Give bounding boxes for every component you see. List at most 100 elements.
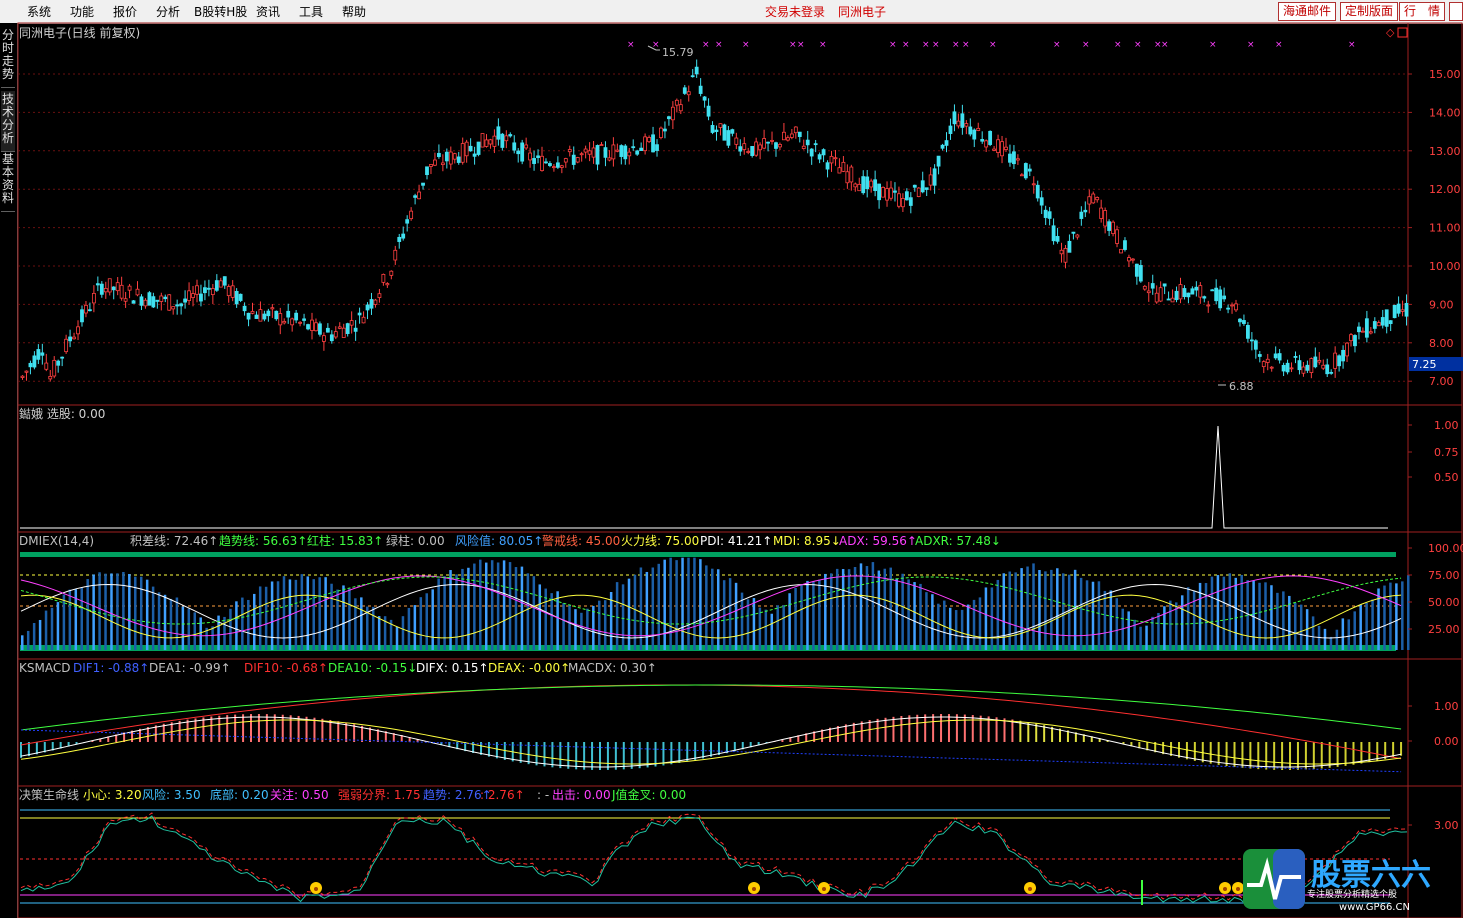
candle-body [99,283,104,295]
candle-body [76,326,80,335]
face-mouth [1223,887,1227,891]
indicator-header-item: 警戒线: 45.00 [542,533,620,548]
dmi-bar [98,572,101,650]
candle-body [476,141,481,155]
candle-body [1337,355,1342,367]
candle-body [619,145,624,157]
dmi-bar [407,607,411,650]
price-tick-label: 11.00 [1429,222,1461,235]
candle-body [40,352,45,356]
candle-body [1035,184,1040,199]
candle-body [1238,318,1242,323]
candle-body [56,360,61,366]
panel-frames [17,22,1463,918]
dmi-bar [235,601,238,650]
candle-body [579,153,584,156]
dmi-bar [1293,602,1297,650]
candle-body [1158,287,1163,302]
candle-body [310,319,314,331]
dmi-bar [562,603,565,650]
dmi-bar [835,568,839,650]
dmi-bar [1353,611,1356,650]
price-tick-label: 7.00 [1429,375,1454,388]
dmi-bar [151,586,155,650]
dmi-bar [241,597,244,650]
dmi-bar [330,583,333,650]
signal-tick-label: 0.75 [1434,446,1459,459]
candle-body [1218,289,1223,309]
dmi-bar [1044,571,1047,650]
candle-body [195,285,199,295]
dmi-bar [1038,570,1041,650]
candle-body [869,180,874,188]
candle-body [452,153,457,160]
candle-body [1043,209,1048,218]
dmi-bar [1401,581,1404,650]
signal-x-icon: × [797,40,805,50]
dmi-bar [437,578,440,650]
life-tick-label: 3.00 [1434,819,1459,832]
candle-body [782,131,786,141]
candle-body [1198,285,1203,298]
candle-body [980,139,985,142]
candle-body [726,130,731,146]
candle-body [678,104,683,112]
expand-icon[interactable] [1397,27,1408,38]
indicator-header-item: 小心: 3.20 [83,788,142,802]
dmi-bar [401,616,405,650]
candle-body [32,355,37,368]
signal-x-icon: × [715,40,723,50]
dmi-bar [264,586,268,650]
indicator-header-item: 出击: 0.00 [552,788,611,802]
candle-body [674,99,679,106]
candle-body [694,66,699,75]
candle-body [1083,209,1088,213]
indicator-header-item: J值金叉: 0.00 [611,787,686,802]
candle-body [853,183,858,188]
candle-body [318,323,322,335]
diamond-icon[interactable]: ◇ [1386,26,1395,39]
candle-body [940,144,945,149]
dmi-bar [538,584,542,650]
dmi-bar [395,626,399,650]
dmi-bar [1050,569,1053,650]
candle-body [1372,321,1377,329]
dmi-bottom-band [20,645,1396,651]
candle-body [873,179,878,191]
watermark-brand: 股票六六 [1311,858,1431,893]
candle-body [91,292,96,304]
dmi-bar [1371,599,1374,650]
candle-body [1000,141,1004,157]
dmi-bar [972,599,976,650]
dmi-bar [354,598,357,650]
candle-body [258,309,263,322]
candle-body [111,286,116,291]
candle-body [20,375,25,378]
dmi-bar [520,566,524,650]
candle-body [575,157,580,163]
dmi-bar [348,588,351,650]
dmi-bar [830,573,833,650]
candle-body [805,139,810,146]
dmi-bar [473,563,476,650]
candle-body [1047,211,1052,219]
candle-body [1289,367,1294,370]
indicator-header-item: 关注: 0.50 [270,787,329,802]
dmi-bar [26,630,30,650]
dmi-bar [1276,592,1279,650]
candle-body [1317,360,1322,363]
candle-body [127,285,132,291]
chart-area[interactable]: × × × × × × × × × × × × × × × × × × × × × × × × × 同洲电子(日线 前复权) 1… [0,0,1463,918]
candle-body [936,155,941,167]
dmi-bar [360,597,363,650]
dmi-bar [788,593,791,650]
price-grid [18,73,1408,382]
candle-body [230,285,235,298]
dmi-bar [56,602,60,650]
candle-body [825,162,830,170]
dmi-bar [1133,619,1136,650]
candle-body [123,298,128,302]
candle-body [944,140,949,146]
candle-body [540,155,544,171]
candle-body [1170,297,1175,303]
